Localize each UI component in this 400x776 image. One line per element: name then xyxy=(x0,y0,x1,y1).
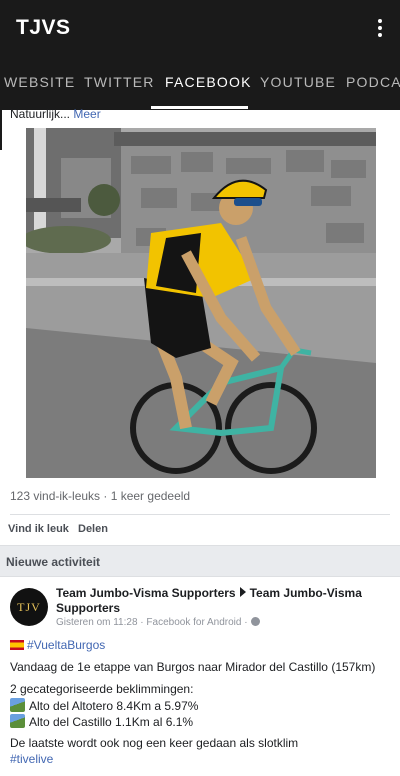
tab-facebook[interactable]: FACEBOOK xyxy=(165,56,252,110)
share-button[interactable]: Delen xyxy=(78,523,108,535)
tab-twitter[interactable]: TWITTER xyxy=(84,56,155,110)
new-activity-header: Nieuwe activiteit xyxy=(0,545,400,577)
mountain-icon xyxy=(10,714,25,728)
globe-icon xyxy=(250,617,260,626)
mountain-icon xyxy=(10,698,25,712)
post-meta-text: Gisteren om 11:28 · Facebook for Android… xyxy=(56,617,248,628)
new-activity-title: Nieuwe activiteit xyxy=(6,555,101,569)
hashtag-line: #VueltaBurgos xyxy=(10,638,105,652)
app-title: TJVS xyxy=(16,16,71,39)
post-author: Team Jumbo-Visma Supporters Team Jumbo-Vi… xyxy=(56,586,390,616)
like-button[interactable]: Vind ik leuk xyxy=(8,523,69,535)
climb-text: Alto del Castillo 1.1Km al 6.1% xyxy=(29,715,194,729)
hashtag-link[interactable]: #VueltaBurgos xyxy=(27,638,105,652)
left-edge-rule xyxy=(0,110,2,150)
actions-divider xyxy=(10,514,390,515)
post-text-line: De laatste wordt ook nog een keer gedaan… xyxy=(10,736,299,750)
post-meta: Gisteren om 11:28 · Facebook for Android… xyxy=(56,617,260,628)
tab-bar: WEBSITE TWITTER FACEBOOK YOUTUBE PODCAS xyxy=(0,56,400,110)
post-snippet-text: Natuurlijk... xyxy=(10,107,71,121)
spain-flag-icon xyxy=(10,640,24,650)
arrow-right-icon xyxy=(239,587,246,597)
post-photo[interactable] xyxy=(26,128,376,478)
tab-website[interactable]: WEBSITE xyxy=(4,56,75,110)
post-snippet: Natuurlijk... Meer xyxy=(10,107,101,121)
post-text-line: Vandaag de 1e etappe van Burgos naar Mir… xyxy=(10,660,376,674)
climb-line: Alto del Altotero 8.4Km a 5.97% xyxy=(10,698,198,713)
app-bar: TJVS WEBSITE TWITTER FACEBOOK YOUTUBE PO… xyxy=(0,0,400,110)
author-page-link[interactable]: Team Jumbo-Visma Supporters xyxy=(56,586,236,600)
hashtag-link[interactable]: #tivelive xyxy=(10,752,53,766)
tab-podcast[interactable]: PODCAS xyxy=(346,56,400,110)
climb-line: Alto del Castillo 1.1Km al 6.1% xyxy=(10,714,193,729)
cyclist-photo xyxy=(26,128,376,478)
avatar[interactable]: TJV xyxy=(10,588,48,626)
post-text-line: 2 gecategoriseerde beklimmingen: xyxy=(10,682,194,696)
climb-text: Alto del Altotero 8.4Km a 5.97% xyxy=(29,699,199,713)
tab-indicator xyxy=(151,106,248,109)
more-vertical-icon[interactable] xyxy=(372,16,388,40)
post-stats[interactable]: 123 vind-ik-leuks · 1 keer gedeeld xyxy=(10,489,190,503)
tab-youtube[interactable]: YOUTUBE xyxy=(260,56,336,110)
more-link[interactable]: Meer xyxy=(73,107,100,121)
